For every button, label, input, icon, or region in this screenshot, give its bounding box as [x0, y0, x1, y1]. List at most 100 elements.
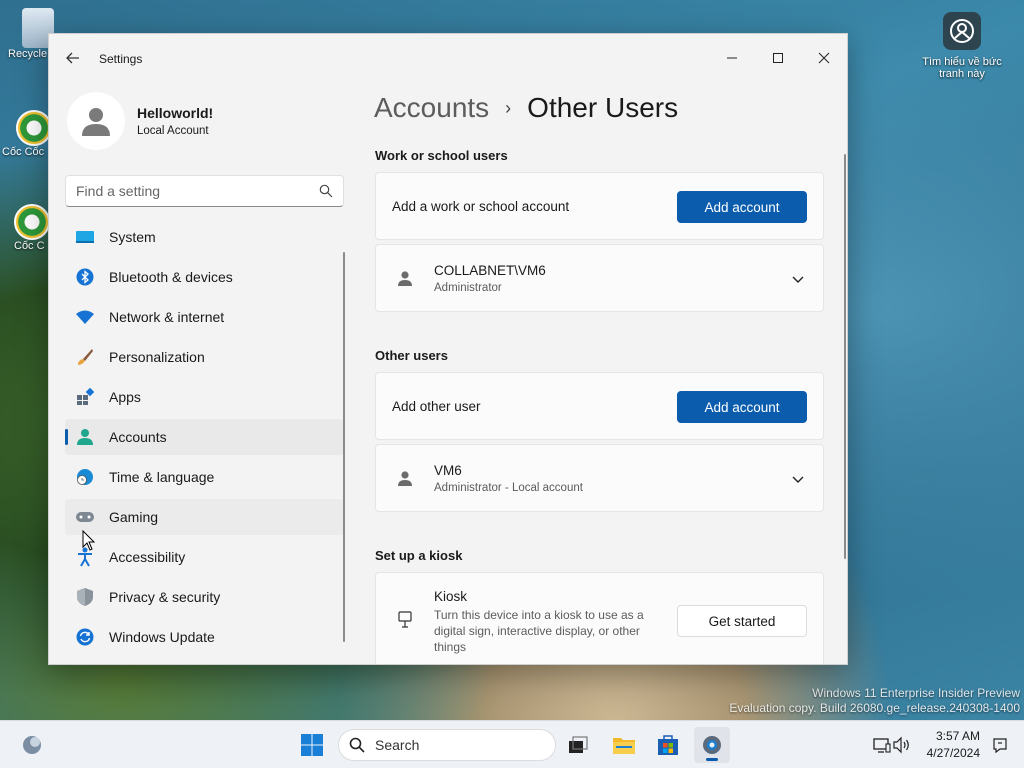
widgets-button[interactable]	[14, 727, 50, 763]
clock[interactable]: 3:57 AM 4/27/2024	[927, 728, 980, 762]
gamepad-icon	[75, 507, 95, 527]
bluetooth-icon	[75, 267, 95, 287]
kiosk-get-started-button[interactable]: Get started	[677, 605, 807, 637]
sidebar-item-personalization[interactable]: Personalization	[65, 339, 344, 375]
close-button[interactable]	[801, 42, 847, 74]
coccoc-icon	[16, 110, 52, 146]
kiosk-section-title: Set up a kiosk	[375, 548, 463, 563]
kiosk-title: Kiosk	[434, 589, 468, 604]
learn-about-picture[interactable]: Tìm hiểu về bức tranh này	[912, 12, 1012, 80]
coccoc-beta-desktop-icon[interactable]: Cốc Cốc	[2, 110, 52, 158]
add-other-user-card: Add other user Add account	[375, 372, 824, 440]
store-icon	[658, 735, 678, 755]
task-view-button[interactable]	[560, 727, 596, 763]
page-title: Other Users	[527, 92, 679, 123]
app-title: Settings	[99, 52, 143, 66]
work-user-card[interactable]: COLLABNET\VM6 Administrator	[375, 244, 824, 312]
sidebar-item-network[interactable]: Network & internet	[65, 299, 344, 335]
add-work-account-label: Add a work or school account	[392, 199, 570, 214]
sidebar-item-privacy[interactable]: Privacy & security	[65, 579, 344, 615]
notifications-button[interactable]	[982, 727, 1018, 763]
folder-icon	[613, 738, 635, 754]
sidebar-item-accessibility[interactable]: Accessibility	[65, 539, 344, 575]
add-other-user-label: Add other user	[392, 399, 481, 414]
add-other-user-button[interactable]: Add account	[677, 391, 807, 423]
work-school-section-title: Work or school users	[375, 148, 508, 163]
sidebar-scrollbar[interactable]	[343, 252, 345, 642]
kiosk-description: Turn this device into a kiosk to use as …	[434, 608, 644, 654]
shield-icon	[75, 587, 95, 607]
sidebar-item-windows-update[interactable]: Windows Update	[65, 619, 344, 655]
sidebar-item-label: Personalization	[109, 349, 205, 365]
taskbar: Search 3:57 AM 4/27/2024	[0, 720, 1024, 768]
task-view-icon	[569, 736, 588, 753]
add-work-account-card: Add a work or school account Add account	[375, 172, 824, 240]
breadcrumb: Accounts › Other Users	[374, 92, 678, 124]
clock-date: 4/27/2024	[926, 746, 980, 760]
sidebar-item-gaming[interactable]: Gaming	[65, 499, 344, 535]
sidebar-item-label: Gaming	[109, 509, 159, 525]
sidebar-nav: System Bluetooth & devices Network & int…	[65, 219, 344, 659]
search-input[interactable]	[76, 183, 319, 199]
sidebar-item-apps[interactable]: Apps	[65, 379, 344, 415]
add-work-account-button[interactable]: Add account	[677, 191, 807, 223]
sidebar-item-bluetooth[interactable]: Bluetooth & devices	[65, 259, 344, 295]
spotlight-icon	[943, 12, 981, 50]
other-user-role: Administrator - Local account	[434, 482, 583, 494]
title-bar: Settings	[49, 34, 847, 82]
coccoc-label: Cốc Cốc	[2, 146, 45, 158]
coccoc-desktop-icon[interactable]: Cốc C	[14, 204, 50, 252]
avatar	[67, 92, 125, 150]
brush-icon	[75, 347, 95, 367]
back-button[interactable]	[61, 48, 85, 68]
person-icon	[398, 271, 412, 286]
kiosk-card: Kiosk Turn this device into a kiosk to u…	[375, 572, 824, 664]
sidebar-item-accounts[interactable]: Accounts	[65, 419, 344, 455]
update-icon	[75, 627, 95, 647]
weather-icon	[23, 736, 41, 754]
coccoc-icon	[14, 204, 50, 240]
profile-name: Helloworld!	[137, 105, 214, 121]
other-user-card[interactable]: VM6 Administrator - Local account	[375, 444, 824, 512]
settings-taskbar-button[interactable]	[694, 727, 730, 763]
minimize-button[interactable]	[709, 42, 755, 74]
sidebar-item-label: Bluetooth & devices	[109, 269, 233, 285]
work-user-name: COLLABNET\VM6	[434, 263, 546, 278]
other-user-name: VM6	[434, 463, 462, 478]
profile-account-type: Local Account	[137, 125, 209, 137]
selection-indicator	[65, 429, 68, 445]
chevron-down-icon[interactable]	[789, 470, 807, 488]
volume-tray-button[interactable]	[884, 727, 920, 763]
user-profile[interactable]: Helloworld! Local Account	[67, 92, 213, 150]
settings-window: Settings Helloworld! Local Account Syste…	[48, 33, 848, 665]
person-icon	[398, 471, 412, 486]
learn-about-picture-label: Tìm hiểu về bức tranh này	[922, 56, 1002, 80]
breadcrumb-accounts[interactable]: Accounts	[374, 92, 489, 124]
search-icon[interactable]	[319, 184, 333, 198]
find-setting-box[interactable]	[65, 175, 344, 207]
gear-icon	[703, 736, 721, 754]
windows-logo-icon	[301, 734, 323, 756]
mouse-cursor-icon	[82, 530, 96, 551]
work-user-role: Administrator	[434, 282, 502, 294]
start-button[interactable]	[294, 727, 330, 763]
accounts-icon	[75, 427, 95, 447]
sidebar-item-system[interactable]: System	[65, 219, 344, 255]
chevron-right-icon: ›	[505, 97, 512, 118]
main-scrollbar[interactable]	[844, 154, 846, 559]
taskbar-search[interactable]: Search	[338, 729, 556, 761]
sidebar-item-label: Accessibility	[109, 549, 186, 565]
chevron-down-icon[interactable]	[789, 270, 807, 288]
kiosk-icon	[398, 611, 412, 628]
maximize-icon	[773, 53, 783, 63]
maximize-button[interactable]	[755, 42, 801, 74]
back-arrow-icon	[66, 52, 79, 64]
sidebar-item-time-language[interactable]: Time & language	[65, 459, 344, 495]
minimize-icon	[727, 57, 737, 59]
person-icon	[82, 108, 110, 136]
system-icon	[75, 227, 95, 247]
clock-time: 3:57 AM	[935, 729, 980, 743]
file-explorer-button[interactable]	[606, 727, 642, 763]
store-button[interactable]	[650, 727, 686, 763]
sidebar-item-label: Privacy & security	[109, 589, 221, 605]
